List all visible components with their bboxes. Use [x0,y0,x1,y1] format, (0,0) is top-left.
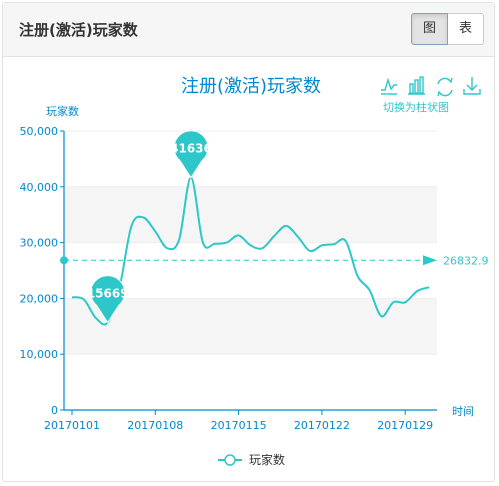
grid-lines [64,130,437,411]
min-pin-label: 15669 [87,287,129,301]
grid-band [64,298,437,355]
average-line-label: 26832.9 [443,254,489,267]
grid-band [64,186,437,243]
y-tick-label: 0 [51,404,58,417]
grid-bands [64,186,437,355]
bar-chart-icon[interactable] [408,76,425,95]
legend-marker-icon [224,454,236,466]
y-tick-label: 20,000 [20,292,59,305]
refresh-icon[interactable] [437,77,453,97]
max-pin-label: 41636 [170,142,212,156]
chart-title: 注册(激活)玩家数 [181,76,321,97]
legend[interactable]: 玩家数 [218,452,285,467]
y-tick-label: 30,000 [20,237,59,250]
line-chart: 注册(激活)玩家数 切换为柱状图 玩家数 时间 0 10,000 20,000 30,… [20,76,489,467]
x-tick-label: 20170129 [377,419,433,432]
toolbar-hint: 切换为柱状图 [383,100,449,114]
x-tick-label: 20170108 [127,419,183,432]
y-tick-label: 50,000 [20,125,59,138]
legend-label: 玩家数 [249,452,285,467]
x-axis-label: 时间 [452,405,474,418]
average-line-arrow [423,255,437,266]
x-tick-labels: 20170101 20170108 20170115 20170122 20170129 [44,419,433,432]
line-chart-icon[interactable] [381,77,397,95]
y-axis-label: 玩家数 [46,104,79,118]
x-tick-label: 20170122 [294,419,350,432]
x-tick-label: 20170115 [211,419,267,432]
y-tick-label: 40,000 [20,181,59,194]
axes [60,130,437,415]
y-tick-labels: 0 10,000 20,000 30,000 40,000 50,000 [20,125,59,417]
y-tick-label: 10,000 [20,348,59,361]
x-tick-label: 20170101 [44,419,100,432]
download-icon[interactable] [463,77,481,95]
